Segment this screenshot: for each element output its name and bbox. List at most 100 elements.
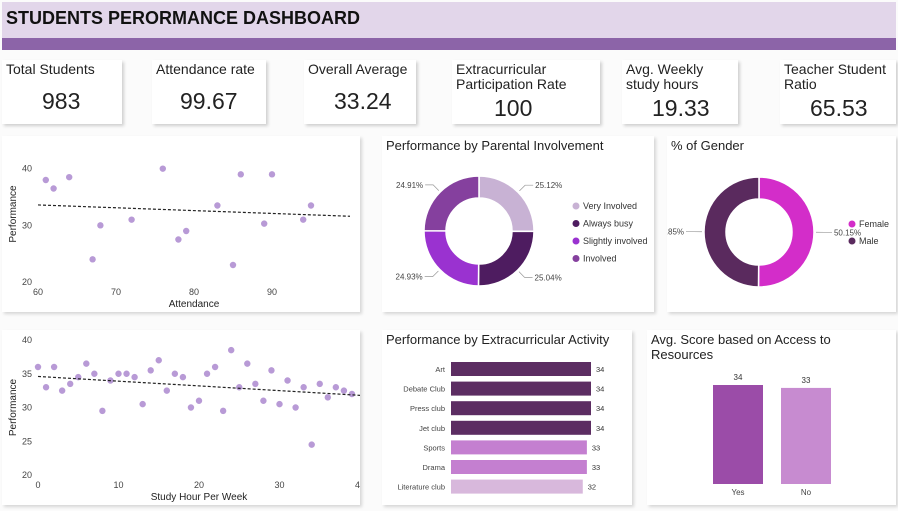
scatter-point: [307, 202, 315, 209]
kpi-card-teacher-student-ratio: Teacher Student Ratio 65.53: [780, 60, 896, 124]
panel-resources: Avg. Score based on Access to Resources …: [647, 330, 896, 505]
bar: [451, 401, 591, 416]
scatter-point: [163, 387, 170, 394]
bar: [451, 381, 591, 396]
legend-label: Involved: [583, 254, 617, 264]
data-label-leader: [424, 270, 439, 277]
legend-label: Male: [859, 236, 879, 246]
data-label-leader: [519, 184, 534, 192]
kpi-card-overall-average: Overall Average 33.24: [304, 60, 416, 124]
scatter-point: [316, 380, 323, 388]
scatter-point: [300, 216, 307, 223]
scatter-point: [237, 171, 244, 178]
x-tick-label: 60: [33, 287, 43, 297]
scatter-point: [128, 216, 135, 223]
y-tick-label: 35: [22, 369, 32, 379]
data-label: 25.04%: [535, 273, 562, 282]
scatter-point: [324, 394, 331, 401]
legend-label: Very Involved: [583, 201, 637, 211]
legend-marker: [572, 237, 580, 245]
bar-value-label: 34: [596, 404, 604, 413]
y-axis-title: Performance: [8, 185, 19, 243]
donut-slice: [478, 175, 535, 233]
resources-bar-chart: 34 Yes 33 No: [713, 373, 831, 497]
bar-value-label: 32: [588, 483, 596, 492]
panel-extracurricular: Performance by Extracurricular Activity …: [382, 330, 632, 505]
scatter-point: [292, 404, 299, 411]
scatter-point: [99, 407, 106, 415]
donut-slice: [703, 176, 760, 288]
kpi-label: Attendance rate: [156, 61, 255, 77]
scatter-point: [236, 384, 243, 391]
data-label: 24.91%: [396, 181, 423, 190]
scatter-point: [268, 367, 275, 374]
scatter-point: [244, 360, 251, 367]
bar: [451, 460, 587, 474]
x-tick-label: 40: [355, 480, 360, 490]
bar-category-label: Literature club: [397, 483, 445, 492]
bar-category-label: Jet club: [419, 424, 445, 433]
bar: [451, 479, 583, 494]
kpi-label: Teacher Student Ratio: [784, 61, 886, 92]
x-tick-label: 0: [35, 480, 40, 490]
scatter-point: [42, 176, 49, 184]
scatter-point: [187, 404, 195, 411]
data-label: 49.85%: [667, 228, 684, 237]
x-tick-label: 20: [194, 480, 204, 490]
kpi-label: Extracurricular Participation Rate: [456, 61, 567, 92]
bar: [451, 362, 591, 376]
scatter-point: [261, 220, 268, 227]
scatter-point: [276, 400, 283, 408]
extracurricular-bar-chart: Art 34 Debate Club 34 Press club 34 Jet club 34…: [397, 362, 604, 494]
x-axis-title: Study Hour Per Week: [151, 492, 249, 503]
donut-slice: [423, 229, 480, 287]
scatter-point: [89, 256, 96, 263]
scatter-point: [66, 173, 73, 181]
scatter-point: [229, 261, 237, 269]
data-label: 25.12%: [535, 181, 562, 190]
legend-marker: [572, 255, 580, 262]
scatter-point: [268, 171, 276, 178]
kpi-card-extracurricular-rate: Extracurricular Participation Rate 100: [452, 60, 600, 124]
bar-value-label: 34: [734, 373, 743, 382]
x-tick-label: 70: [111, 287, 121, 297]
scatter-point: [115, 370, 122, 377]
bar-category-label: Press club: [410, 404, 445, 413]
bar: [713, 385, 763, 484]
scatter-point: [139, 400, 146, 408]
bar-value-label: 34: [596, 385, 604, 394]
scatter-point: [348, 390, 356, 398]
bar-category-label: Drama: [422, 463, 445, 472]
scatter-point: [91, 370, 98, 377]
scatter-point: [50, 363, 58, 371]
dashboard: STUDENTS PERORMANCE DASHBOARD Total Stud…: [0, 0, 898, 511]
bar: [451, 420, 591, 435]
panel-parental-involvement: Performance by Parental Involvement 25.1…: [382, 136, 654, 312]
kpi-value: 19.33: [652, 95, 710, 121]
scatter-point: [147, 367, 154, 374]
data-label-leader: [518, 271, 533, 278]
y-tick-label: 40: [22, 164, 32, 174]
y-axis-title: Performance: [8, 378, 19, 436]
kpi-value: 983: [42, 88, 81, 114]
scatter-point: [123, 370, 130, 377]
kpi-value: 99.67: [180, 88, 238, 114]
kpi-label: Overall Average: [308, 61, 408, 77]
scatter-point: [308, 441, 315, 448]
kpi-value: 33.24: [334, 88, 392, 114]
legend-marker: [572, 202, 580, 210]
scatter-point: [203, 370, 211, 377]
y-tick-label: 30: [22, 220, 32, 230]
legend-marker: [572, 220, 580, 227]
scatter-point: [228, 346, 235, 354]
legend-marker: [848, 237, 856, 245]
y-tick-label: 25: [22, 436, 32, 446]
scatter-point: [131, 373, 138, 381]
parental-donut-chart: 25.12% 25.04% 24.93% 24.91% Very Involved Alw…: [396, 175, 648, 287]
kpi-card-weekly-study-hours: Avg. Weekly study hours 19.33: [622, 60, 738, 124]
kpi-label: Avg. Weekly study hours: [626, 61, 704, 92]
gender-donut-chart: 50.15% 49.85% Female Male: [667, 176, 889, 288]
scatter-point: [67, 380, 74, 388]
scatter-point: [83, 360, 90, 367]
scatter-point: [50, 185, 57, 192]
